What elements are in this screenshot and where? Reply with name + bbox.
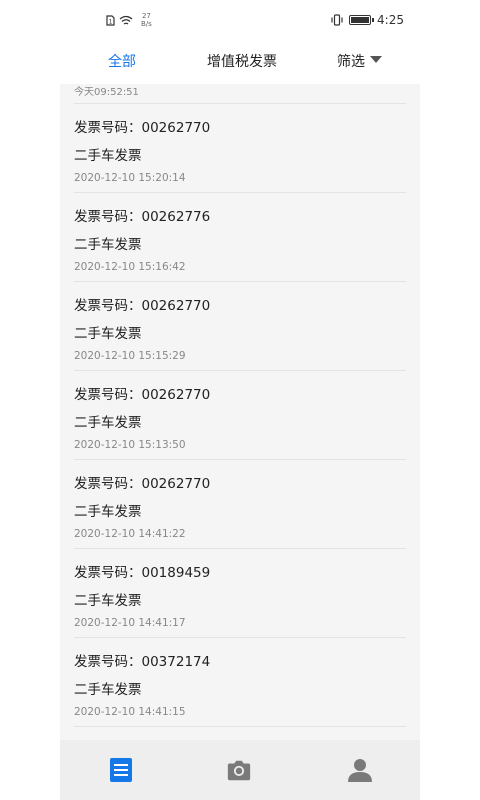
wifi-icon [119,15,133,25]
tab-all[interactable]: 全部 [108,51,136,71]
invoice-time: 2020-12-10 14:41:15 [74,706,186,718]
camera-icon[interactable] [226,757,252,783]
invoice-time: 2020-12-10 15:20:14 [74,172,186,184]
invoice-type: 二手车发票 [74,682,142,698]
partial-item-time: 今天09:52:51 [74,87,139,98]
invoice-type: 二手车发票 [74,148,142,164]
vibrate-icon [331,14,343,26]
invoice-type: 二手车发票 [74,237,142,253]
invoice-time: 2020-12-10 14:41:22 [74,528,186,540]
invoice-time: 2020-12-10 15:13:50 [74,439,186,451]
invoice-number: 发票号码：00262770 [74,476,211,492]
invoice-type: 二手车发票 [74,504,142,520]
invoice-time: 2020-12-10 14:41:17 [74,617,186,629]
invoice-number: 发票号码：00189459 [74,565,211,581]
invoice-number: 发票号码：00262770 [74,298,211,314]
tab-filter[interactable]: 筛选 [337,51,365,71]
invoice-type: 二手车发票 [74,415,142,431]
list-item[interactable]: 发票号码：00189459 二手车发票 2020-12-10 14:41:17 [60,549,420,638]
status-bar: 1 27 B/s 4:25 [60,0,420,42]
status-left: 1 27 B/s [106,12,152,28]
net-speed-value: 27 [141,12,151,20]
user-icon[interactable] [347,757,373,783]
list-item[interactable]: 发票号码：00262776 二手车发票 2020-12-10 15:16:42 [60,193,420,282]
list-item[interactable]: 发票号码：00372174 二手车发票 2020-12-10 14:41:15 [60,638,420,727]
svg-text:1: 1 [109,18,113,25]
invoice-number: 发票号码：00262770 [74,120,211,136]
net-speed-unit: B/s [141,20,152,28]
status-time: 4:25 [377,13,404,27]
status-right: 4:25 [331,13,404,27]
invoice-number: 发票号码：00372174 [74,654,211,670]
battery-icon [349,15,375,25]
list-item[interactable]: 发票号码：00262770 二手车发票 2020-12-10 15:13:50 [60,371,420,460]
dropdown-triangle-icon[interactable] [370,56,382,63]
tab-vat-invoice[interactable]: 增值税发票 [207,51,277,71]
sim-icon: 1 [106,14,115,26]
list-icon[interactable] [108,757,134,783]
invoice-type: 二手车发票 [74,593,142,609]
filter-tabs: 全部 增值税发票 筛选 [60,42,420,84]
list-divider [74,726,406,727]
list-item[interactable]: 发票号码：00262770 二手车发票 2020-12-10 15:20:14 [60,104,420,193]
invoice-time: 2020-12-10 15:15:29 [74,350,186,362]
list-item[interactable]: 发票号码：00262770 二手车发票 2020-12-10 15:15:29 [60,282,420,371]
invoice-time: 2020-12-10 15:16:42 [74,261,186,273]
list-item[interactable]: 发票号码：00262770 二手车发票 2020-12-10 14:41:22 [60,460,420,549]
invoice-type: 二手车发票 [74,326,142,342]
invoice-list[interactable]: 今天09:52:51 发票号码：00262770 二手车发票 2020-12-1… [60,84,420,740]
invoice-number: 发票号码：00262770 [74,387,211,403]
bottom-nav [60,740,420,800]
invoice-number: 发票号码：00262776 [74,209,211,225]
net-speed: 27 B/s [141,12,152,28]
